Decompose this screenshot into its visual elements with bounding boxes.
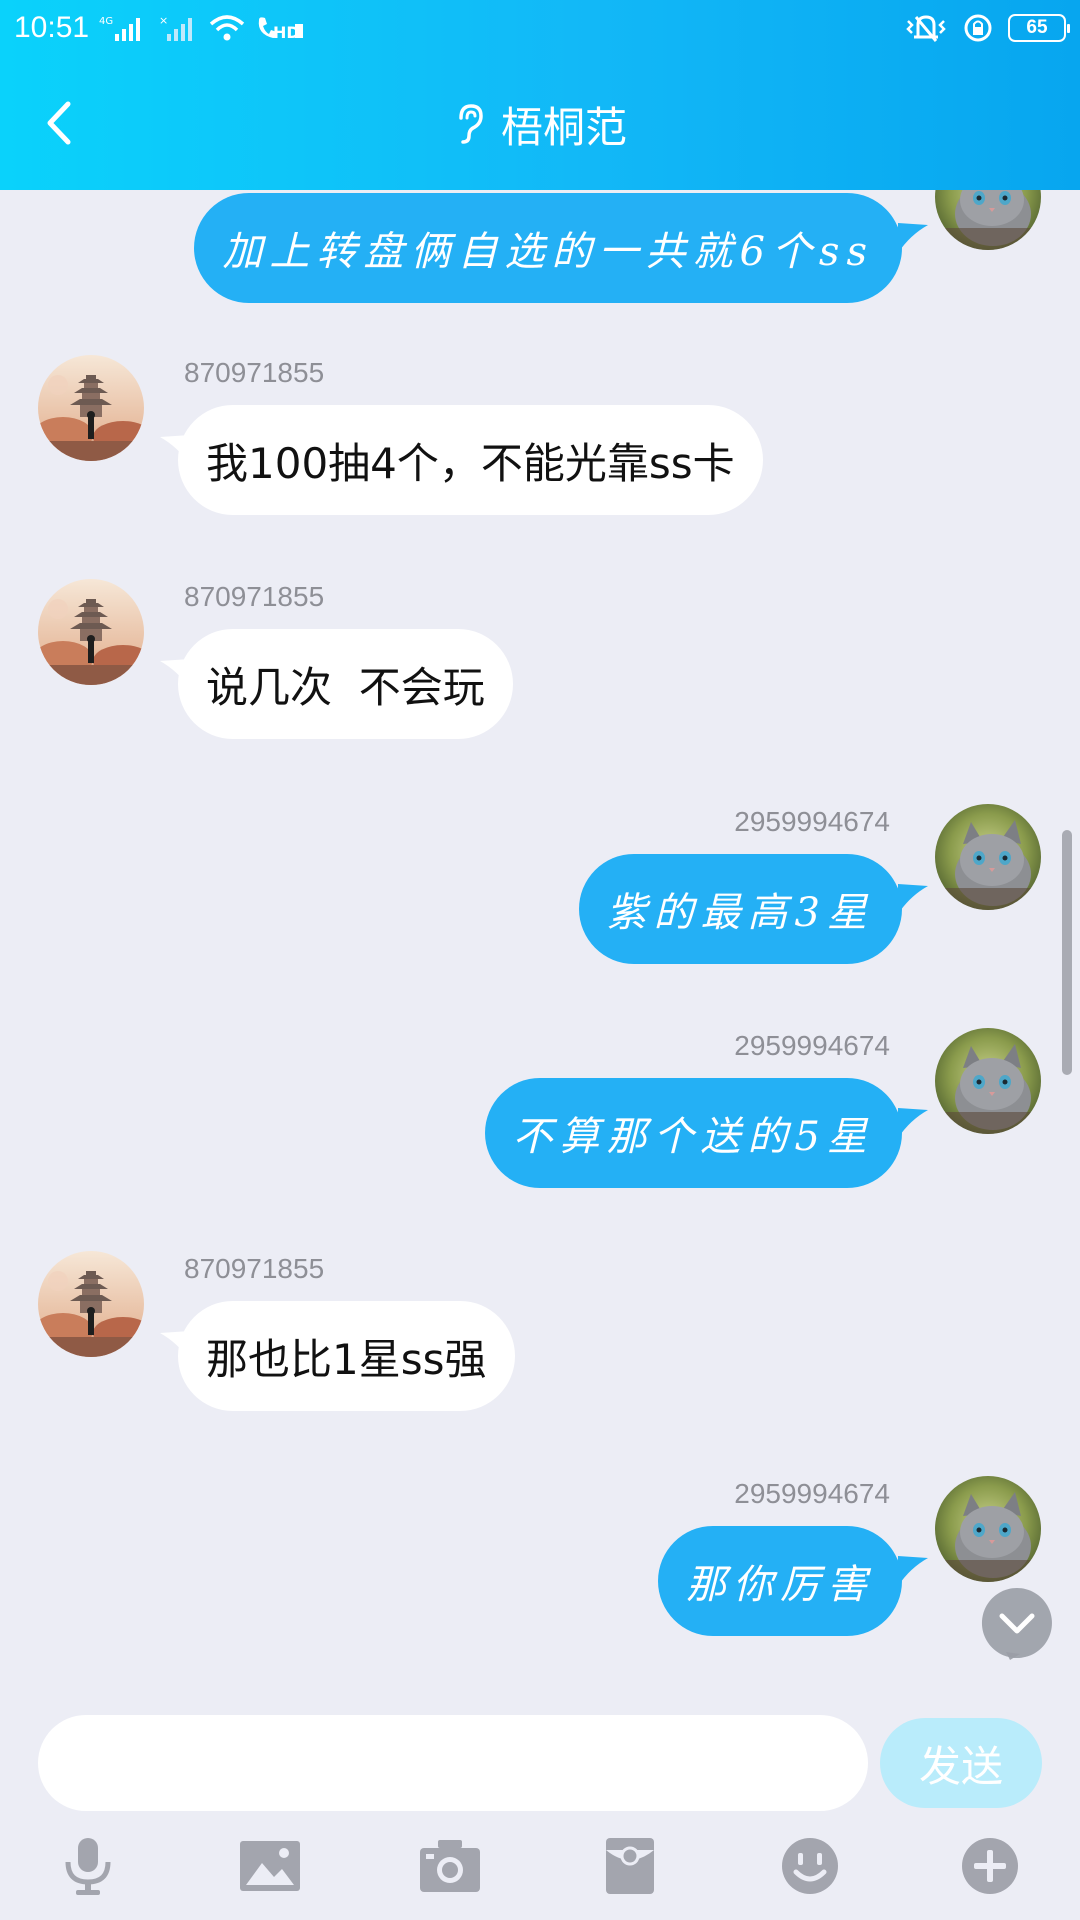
send-button[interactable]: 发送 — [880, 1718, 1042, 1808]
message-text: 那也比1星ss强 — [206, 1334, 487, 1384]
chevron-down-icon — [981, 1588, 1052, 1660]
svg-text:×: × — [159, 14, 168, 27]
bubble-tail — [160, 659, 190, 689]
red-packet-button[interactable] — [594, 1830, 666, 1902]
bubble-tail — [898, 223, 928, 253]
voice-button[interactable] — [52, 1830, 124, 1902]
avatar-contact[interactable] — [38, 579, 144, 685]
bubble-tail — [160, 1331, 190, 1361]
chat-title-area[interactable]: 梧桐范 — [0, 96, 1080, 152]
message-bubble[interactable]: 那也比1星ss强 — [178, 1301, 515, 1411]
bubble-tail — [898, 1108, 928, 1138]
emoji-button[interactable] — [774, 1830, 846, 1902]
sender-id: 870971855 — [184, 357, 325, 388]
message-bubble[interactable]: 紫的最高3星 — [578, 854, 902, 964]
rotation-lock-icon — [964, 14, 992, 42]
sender-id: 2959994674 — [734, 1030, 890, 1061]
avatar-self[interactable] — [935, 190, 1041, 250]
message-text: 我100抽4个，不能光靠ss卡 — [206, 438, 735, 488]
avatar-self[interactable] — [935, 1476, 1041, 1582]
status-bar: 10:51 4G × HD 65 — [0, 0, 1080, 56]
camera-icon — [420, 1840, 480, 1892]
sender-id: 2959994674 — [734, 806, 890, 837]
hd-voice-icon: HD — [258, 17, 304, 42]
message-text: 加上转盘俩自选的一共就6个ss — [222, 229, 874, 275]
ear-icon — [459, 104, 483, 144]
message-bubble[interactable]: 不算那个送的5星 — [484, 1078, 902, 1188]
image-icon — [240, 1841, 300, 1891]
scrollbar[interactable] — [1062, 830, 1072, 1075]
status-time: 10:51 — [14, 11, 90, 44]
sender-id: 2959994674 — [734, 1478, 890, 1509]
sender-id: 870971855 — [184, 581, 325, 612]
bubble-tail — [898, 1556, 928, 1586]
message-text: 紫的最高3星 — [606, 890, 874, 936]
camera-button[interactable] — [414, 1830, 486, 1902]
scroll-to-bottom-button[interactable] — [980, 1586, 1054, 1660]
message-list[interactable]: 加上转盘俩自选的一共就6个ss 870971855 我100抽4个，不能光靠ss… — [0, 190, 1080, 1690]
message-text: 不算那个送的5星 — [512, 1114, 874, 1160]
input-toolbar — [0, 1830, 1080, 1910]
send-label: 发送 — [918, 1741, 1003, 1791]
message-bubble[interactable]: 加上转盘俩自选的一共就6个ss — [194, 193, 902, 303]
gallery-button[interactable] — [234, 1830, 306, 1902]
message-bubble[interactable]: 我100抽4个，不能光靠ss卡 — [178, 405, 763, 515]
sender-id: 870971855 — [184, 1253, 325, 1284]
chat-title: 梧桐范 — [500, 102, 627, 152]
bubble-tail — [160, 435, 190, 465]
vibrate-icon — [906, 15, 946, 42]
message-bubble[interactable]: 说几次 不会玩 — [178, 629, 513, 739]
top-bar: 10:51 4G × HD 65 梧桐范 — [0, 0, 1080, 190]
plus-icon — [962, 1838, 1018, 1894]
avatar-contact[interactable] — [38, 1251, 144, 1357]
more-button[interactable] — [954, 1830, 1026, 1902]
signal-no-sim-icon: × — [159, 14, 193, 41]
avatar-self[interactable] — [935, 1028, 1041, 1134]
message-bubble[interactable]: 那你厉害 — [658, 1526, 902, 1636]
battery-indicator: 65 — [1008, 14, 1070, 42]
avatar-contact[interactable] — [38, 355, 144, 461]
network-type-label: 4G — [99, 16, 113, 27]
bubble-tail — [898, 884, 928, 914]
message-text: 说几次 不会玩 — [206, 662, 485, 712]
message-input[interactable] — [38, 1715, 868, 1811]
signal-icon: 4G — [99, 16, 141, 41]
avatar-self[interactable] — [935, 804, 1041, 910]
red-packet-icon — [606, 1838, 654, 1894]
emoji-icon — [782, 1838, 838, 1894]
wifi-icon — [209, 15, 245, 41]
message-text: 那你厉害 — [686, 1562, 874, 1608]
microphone-icon — [65, 1838, 111, 1895]
battery-level: 65 — [1026, 17, 1048, 38]
